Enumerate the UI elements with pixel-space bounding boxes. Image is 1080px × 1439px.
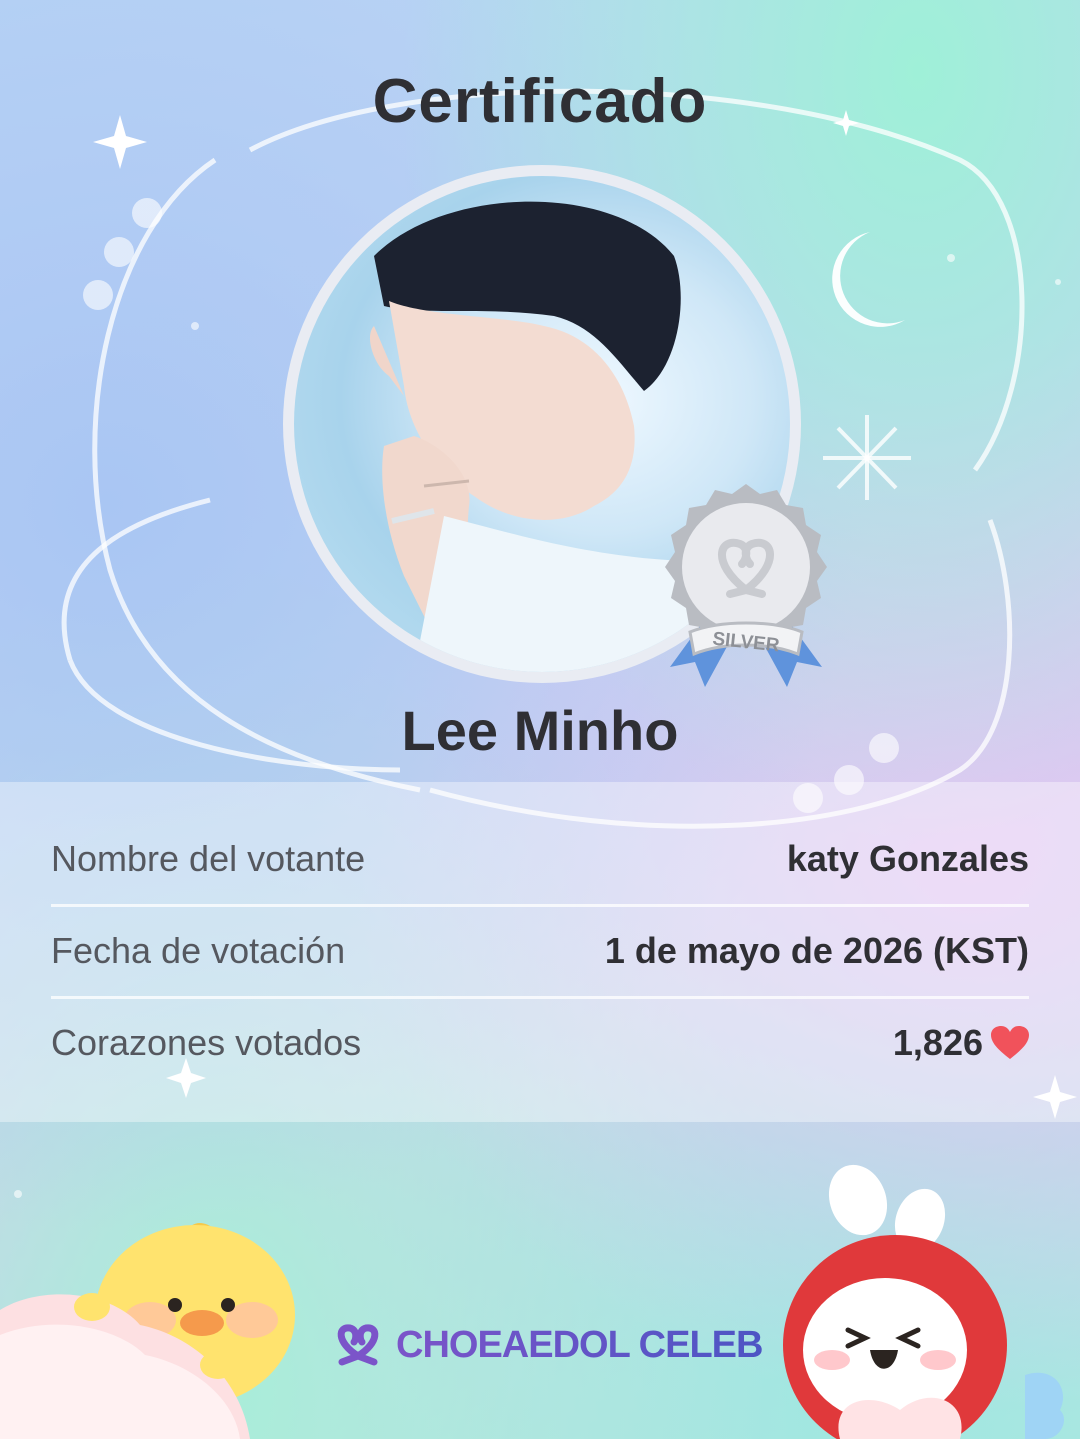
hearts-value-group: 1,826 <box>893 1022 1029 1064</box>
rabbit-mascot-icon <box>783 1164 1065 1439</box>
detail-value: 1 de mayo de 2026 (KST) <box>604 930 1029 971</box>
detail-row-date: Fecha de votación 1 de mayo de 2026 (KST… <box>51 905 1029 997</box>
detail-row-hearts: Corazones votados 1,826 <box>51 997 1029 1089</box>
choeaedol-heart-logo-icon <box>337 1324 379 1366</box>
detail-row-voter: Nombre del votante katy Gonzales <box>51 813 1029 905</box>
brand-name: CHOEAEDOL CELEB <box>396 1323 763 1366</box>
detail-label: Nombre del votante <box>51 838 366 879</box>
idol-name: Lee Minho <box>401 699 679 762</box>
heart-icon <box>991 1026 1029 1059</box>
detail-label: Corazones votados <box>51 1022 362 1063</box>
duck-mascot-icon <box>0 1223 295 1439</box>
brand-logo: CHOEAEDOL CELEB <box>330 1322 763 1368</box>
hearts-count: 1,826 <box>892 1022 983 1063</box>
silver-medal-icon: SILVER <box>665 484 827 687</box>
detail-value: katy Gonzales <box>786 838 1029 879</box>
certificate-title: Certificado <box>372 67 708 136</box>
detail-label: Fecha de votación <box>51 930 346 971</box>
